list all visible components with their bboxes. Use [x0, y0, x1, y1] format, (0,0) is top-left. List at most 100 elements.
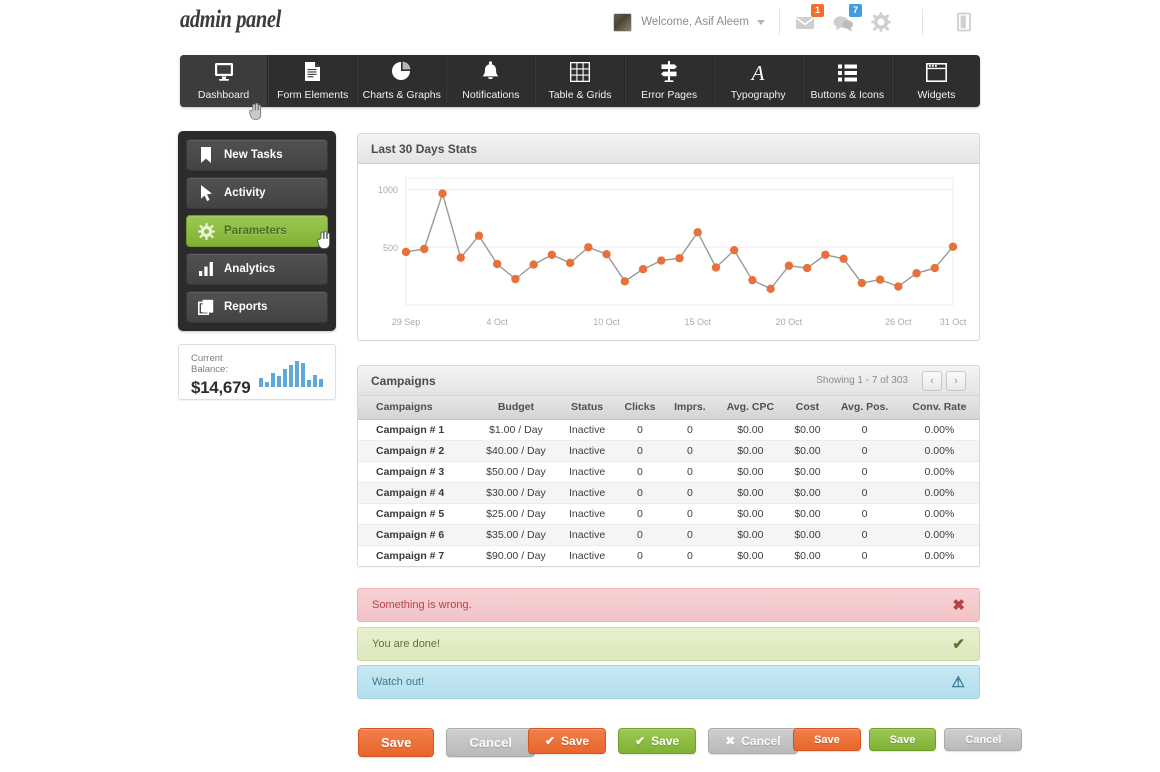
save-button[interactable]: ✔Save [618, 728, 696, 754]
document-icon [304, 62, 321, 82]
sidebar-item-label: New Tasks [224, 149, 283, 161]
table-row[interactable]: Campaign # 3$50.00 / DayInactive00$0.00$… [358, 461, 979, 482]
alert-info: Watch out! ⚠ [357, 665, 980, 699]
button-label: Save [814, 734, 840, 746]
nav-item-widgets[interactable]: Widgets [892, 55, 980, 107]
chevron-left-icon[interactable]: ‹ [922, 371, 942, 391]
table-cell: $90.00 / Day [473, 545, 559, 566]
table-row[interactable]: Campaign # 1$1.00 / DayInactive00$0.00$0… [358, 419, 979, 440]
close-x-icon[interactable]: ✖ [952, 596, 965, 614]
check-icon[interactable]: ✔ [952, 635, 965, 653]
panel-title: Last 30 Days Stats [371, 142, 477, 156]
table-cell: Inactive [559, 482, 615, 503]
sidebar-item-analytics[interactable]: Analytics [186, 253, 328, 285]
bell-icon [481, 62, 500, 82]
sidebar-item-reports[interactable]: Reports [186, 291, 328, 323]
table-cell: $25.00 / Day [473, 503, 559, 524]
site-logo: admin panel [180, 6, 281, 34]
table-row[interactable]: Campaign # 6$35.00 / DayInactive00$0.00$… [358, 524, 979, 545]
sparkline-bar [319, 379, 323, 387]
nav-item-table-grids[interactable]: Table & Grids [535, 55, 624, 107]
table-cell: $0.00 [786, 440, 830, 461]
table-cell: 0 [615, 461, 665, 482]
cancel-button[interactable]: Cancel [446, 728, 535, 757]
comments-icon[interactable]: 7 [832, 11, 854, 33]
sidebar-item-activity[interactable]: Activity [186, 177, 328, 209]
table-cell: 0 [829, 524, 900, 545]
table-cell: 0 [615, 503, 665, 524]
warning-icon[interactable]: ⚠ [952, 673, 965, 691]
header-divider-2 [922, 9, 923, 35]
settings-gear-icon[interactable] [870, 11, 892, 33]
nav-label: Widgets [917, 89, 955, 101]
save-button[interactable]: Save [869, 728, 937, 751]
table-row[interactable]: Campaign # 2$40.00 / DayInactive00$0.00$… [358, 440, 979, 461]
table-row[interactable]: Campaign # 7$90.00 / DayInactive00$0.00$… [358, 545, 979, 566]
svg-text:26 Oct: 26 Oct [885, 317, 912, 327]
sidebar-item-parameters[interactable]: Parameters [186, 215, 328, 247]
table-cell: 0 [665, 482, 715, 503]
table-cell: $0.00 [786, 419, 830, 440]
cancel-button[interactable]: ✖Cancel [708, 728, 797, 754]
chevron-right-icon[interactable]: › [946, 371, 966, 391]
nav-item-form-elements[interactable]: Form Elements [268, 55, 357, 107]
logout-icon[interactable] [953, 11, 975, 33]
table-cell: Inactive [559, 545, 615, 566]
table-cell: 0 [615, 440, 665, 461]
current-balance-widget: Current Balance: $14,679 [178, 344, 336, 400]
sidebar: New Tasks Activity [178, 131, 336, 331]
table-cell: Inactive [559, 440, 615, 461]
campaigns-table: CampaignsBudgetStatusClicksImprs.Avg. CP… [358, 396, 979, 566]
sparkline-bar [313, 375, 317, 387]
cancel-button[interactable]: Cancel [944, 728, 1022, 751]
table-cell: Inactive [559, 503, 615, 524]
mouse-cursor-hand [317, 231, 331, 252]
table-cell: $0.00 [715, 524, 786, 545]
table-row[interactable]: Campaign # 4$30.00 / DayInactive00$0.00$… [358, 482, 979, 503]
table-cell: 0 [665, 461, 715, 482]
button-label: Cancel [469, 735, 512, 750]
button-group-medium: ✔Save✔Save✖Cancel [528, 728, 798, 754]
table-column-header: Conv. Rate [900, 396, 979, 419]
balance-sparkline [259, 361, 323, 387]
avatar [613, 13, 632, 32]
table-cell: $1.00 / Day [473, 419, 559, 440]
bar-chart-icon [191, 262, 221, 276]
nav-item-buttons-icons[interactable]: Buttons & Icons [803, 55, 892, 107]
letter-a-icon: A [748, 62, 768, 82]
table-cell: $40.00 / Day [473, 440, 559, 461]
nav-item-dashboard[interactable]: Dashboard [180, 55, 268, 107]
table-header: CampaignsBudgetStatusClicksImprs.Avg. CP… [358, 396, 979, 419]
sparkline-bar [265, 382, 269, 387]
table-cell: 0 [829, 503, 900, 524]
alert-success: You are done! ✔ [357, 627, 980, 661]
table-cell: 0 [665, 545, 715, 566]
table-cell: $0.00 [715, 503, 786, 524]
table-cell: Campaign # 5 [358, 503, 473, 524]
save-button[interactable]: ✔ Save [528, 728, 606, 754]
signpost-icon [659, 62, 679, 82]
line-chart: 500100029 Sep4 Oct10 Oct15 Oct20 Oct26 O… [358, 164, 979, 341]
campaigns-panel-header: Campaigns Showing 1 - 7 of 303 ‹ › [358, 366, 979, 396]
table-cell: Inactive [559, 524, 615, 545]
table-cell: 0 [665, 503, 715, 524]
list-icon [838, 62, 857, 82]
button-label: Save [561, 734, 589, 748]
sidebar-item-new-tasks[interactable]: New Tasks [186, 139, 328, 171]
nav-item-error-pages[interactable]: Error Pages [625, 55, 714, 107]
svg-text:29 Sep: 29 Sep [392, 317, 421, 327]
sidebar-item-label: Activity [224, 187, 266, 199]
save-button[interactable]: Save [793, 728, 861, 751]
button-label: Save [651, 734, 679, 748]
svg-text:15 Oct: 15 Oct [684, 317, 711, 327]
save-button[interactable]: Save [358, 728, 434, 757]
check-icon: ✔ [545, 734, 555, 748]
nav-item-charts-graphs[interactable]: Charts & Graphs [357, 55, 446, 107]
chevron-down-icon[interactable] [757, 20, 765, 25]
table-row[interactable]: Campaign # 5$25.00 / DayInactive00$0.00$… [358, 503, 979, 524]
balance-text-block: Current Balance: $14,679 [191, 353, 259, 398]
close-x-icon: ✖ [725, 734, 735, 748]
messages-icon[interactable]: 1 [794, 11, 816, 33]
nav-item-notifications[interactable]: Notifications [446, 55, 535, 107]
nav-item-typography[interactable]: A Typography [714, 55, 803, 107]
